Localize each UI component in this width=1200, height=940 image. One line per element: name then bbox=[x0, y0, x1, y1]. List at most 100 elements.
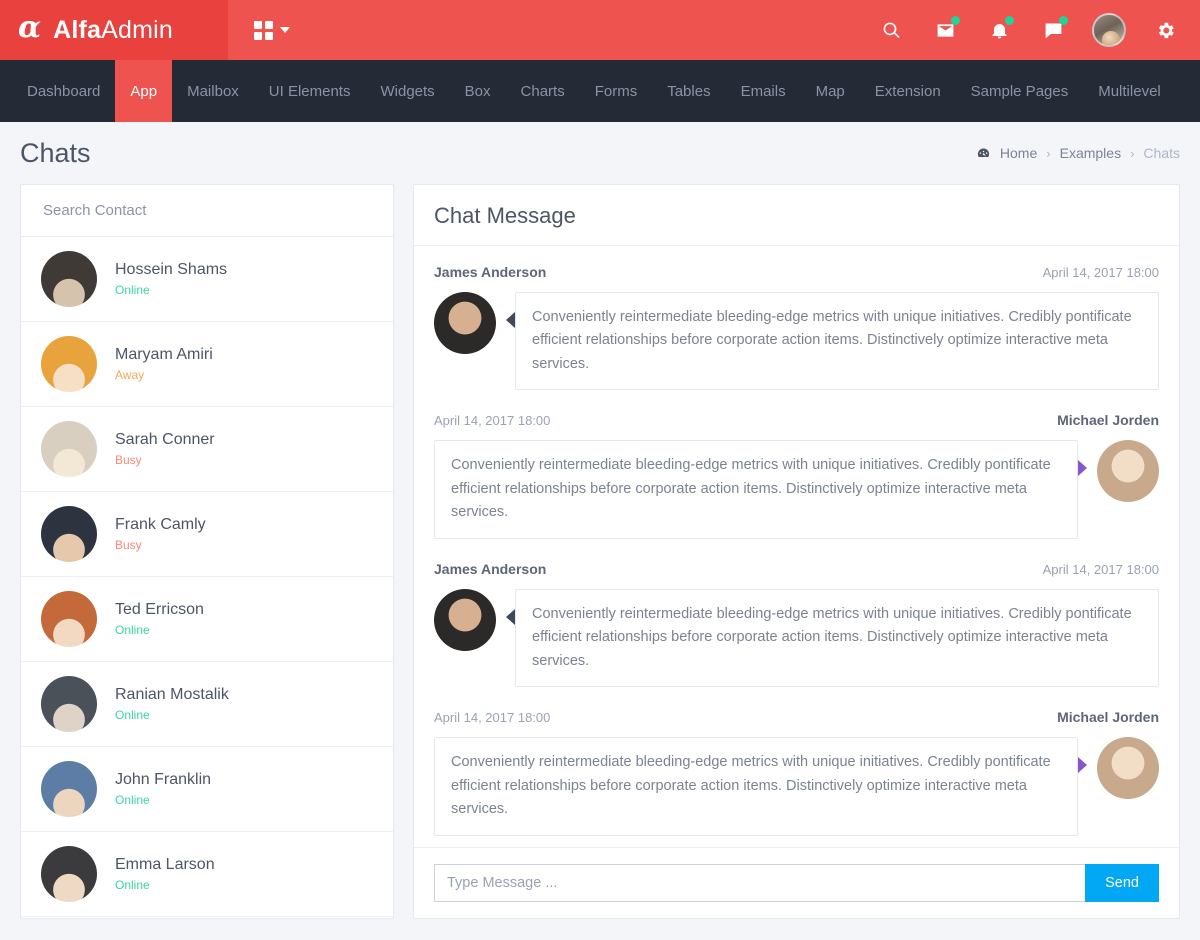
bell-icon[interactable] bbox=[984, 15, 1014, 45]
nav-item-emails[interactable]: Emails bbox=[726, 60, 801, 122]
chat-panel: Chat Message James Anderson April 14, 201… bbox=[413, 184, 1180, 919]
top-header: α AlfaAdmin bbox=[0, 0, 1200, 60]
message-bubble: Conveniently reintermediate bleeding-edg… bbox=[434, 440, 1078, 539]
nav-item-charts[interactable]: Charts bbox=[506, 60, 580, 122]
user-avatar[interactable] bbox=[1092, 13, 1126, 47]
dashboard-icon bbox=[976, 146, 991, 161]
nav-item-widgets[interactable]: Widgets bbox=[365, 60, 449, 122]
chat-message: April 14, 2017 18:00 Michael Jorden Conven… bbox=[434, 709, 1159, 836]
contact-name: Ranian Mostalik bbox=[115, 686, 229, 703]
contact-list-item[interactable]: John Franklin Online bbox=[21, 747, 393, 832]
contact-avatar bbox=[41, 251, 97, 307]
nav-item-box[interactable]: Box bbox=[450, 60, 506, 122]
mail-badge-dot bbox=[951, 16, 960, 25]
message-timestamp: April 14, 2017 18:00 bbox=[1042, 561, 1159, 577]
search-contact-input[interactable] bbox=[43, 202, 371, 219]
message-avatar bbox=[1097, 737, 1159, 800]
contact-list-panel: Hossein Shams Online Maryam Amiri Away Sarah… bbox=[20, 184, 394, 919]
contact-avatar bbox=[41, 336, 97, 392]
breadcrumb-separator-1: › bbox=[1046, 145, 1051, 161]
search-icon[interactable] bbox=[876, 15, 906, 45]
contact-name: Maryam Amiri bbox=[115, 346, 213, 363]
chat-message-list: James Anderson April 14, 2017 18:00 Conven… bbox=[414, 246, 1179, 847]
contact-avatar bbox=[41, 676, 97, 732]
search-contact-box bbox=[21, 185, 393, 237]
alpha-logo-icon: α bbox=[18, 10, 42, 45]
nav-item-app[interactable]: App bbox=[115, 60, 173, 122]
brand-logo[interactable]: α AlfaAdmin bbox=[0, 0, 228, 60]
nav-item-sample-pages[interactable]: Sample Pages bbox=[956, 60, 1084, 122]
bell-badge-dot bbox=[1005, 16, 1014, 25]
chat-icon[interactable] bbox=[1038, 15, 1068, 45]
contact-name: Emma Larson bbox=[115, 856, 215, 873]
nav-item-map[interactable]: Map bbox=[801, 60, 860, 122]
message-timestamp: April 14, 2017 18:00 bbox=[434, 413, 551, 429]
message-sender: Michael Jorden bbox=[1057, 412, 1159, 429]
message-input[interactable] bbox=[434, 864, 1086, 902]
message-avatar bbox=[434, 292, 496, 354]
chat-panel-title: Chat Message bbox=[434, 203, 576, 228]
grid-apps-icon bbox=[254, 20, 273, 40]
contact-status: Away bbox=[115, 368, 145, 382]
contact-avatar bbox=[41, 761, 97, 817]
page-title: Chats bbox=[20, 137, 91, 168]
page-content: Hossein Shams Online Maryam Amiri Away Sarah… bbox=[0, 184, 1200, 919]
contact-status: Online bbox=[115, 708, 150, 722]
chat-composer: Send bbox=[414, 847, 1179, 918]
contact-name: Frank Camly bbox=[115, 516, 206, 533]
send-button[interactable]: Send bbox=[1085, 864, 1159, 902]
message-timestamp: April 14, 2017 18:00 bbox=[434, 710, 551, 726]
chat-panel-header: Chat Message bbox=[414, 185, 1179, 246]
contact-name: Ted Erricson bbox=[115, 601, 204, 618]
contact-avatar bbox=[41, 421, 97, 477]
chevron-down-icon bbox=[280, 27, 290, 33]
message-bubble: Conveniently reintermediate bleeding-edg… bbox=[515, 292, 1159, 391]
message-timestamp: April 14, 2017 18:00 bbox=[1042, 265, 1159, 280]
nav-item-tables[interactable]: Tables bbox=[652, 60, 725, 122]
breadcrumb-current: Chats bbox=[1143, 145, 1180, 161]
chat-message: James Anderson April 14, 2017 18:00 Conven… bbox=[434, 561, 1159, 688]
contact-list-item[interactable]: Ranian Mostalik Online bbox=[21, 662, 393, 747]
breadcrumb-examples[interactable]: Examples bbox=[1060, 145, 1121, 161]
contact-name: Hossein Shams bbox=[115, 261, 228, 278]
message-bubble: Conveniently reintermediate bleeding-edg… bbox=[515, 588, 1159, 688]
nav-item-extension[interactable]: Extension bbox=[860, 60, 956, 122]
breadcrumb-home[interactable]: Home bbox=[1000, 145, 1037, 161]
nav-item-forms[interactable]: Forms bbox=[580, 60, 653, 122]
message-sender: James Anderson bbox=[434, 264, 547, 280]
contact-status: Online bbox=[115, 283, 150, 297]
contact-avatar bbox=[41, 846, 97, 902]
grid-apps-toggle[interactable] bbox=[254, 20, 290, 40]
contact-avatar bbox=[41, 591, 97, 647]
nav-item-ui-elements[interactable]: UI Elements bbox=[254, 60, 366, 122]
nav-item-dashboard[interactable]: Dashboard bbox=[12, 60, 115, 122]
contact-list-item[interactable]: Hossein Shams Online bbox=[21, 237, 393, 322]
brand-name-bold: Alfa bbox=[53, 15, 102, 44]
message-avatar bbox=[1097, 440, 1159, 503]
contact-status: Online bbox=[115, 878, 150, 892]
contact-status: Busy bbox=[115, 538, 142, 552]
main-navigation: Dashboard App Mailbox UI Elements Widgets Box… bbox=[0, 60, 1200, 122]
mail-icon[interactable] bbox=[930, 15, 960, 45]
contact-status: Busy bbox=[115, 453, 142, 467]
nav-item-mailbox[interactable]: Mailbox bbox=[172, 60, 254, 122]
contact-list-item[interactable]: Ted Erricson Online bbox=[21, 577, 393, 662]
breadcrumb-separator-2: › bbox=[1130, 145, 1135, 161]
message-avatar bbox=[434, 588, 496, 651]
chat-badge-dot bbox=[1059, 16, 1068, 25]
chat-message: James Anderson April 14, 2017 18:00 Conven… bbox=[434, 264, 1159, 391]
contact-list-item[interactable]: Sarah Conner Busy bbox=[21, 407, 393, 492]
nav-item-multilevel[interactable]: Multilevel bbox=[1083, 60, 1176, 122]
chat-message: April 14, 2017 18:00 Michael Jorden Conven… bbox=[434, 412, 1159, 539]
contact-avatar bbox=[41, 506, 97, 562]
header-actions bbox=[876, 13, 1200, 47]
gear-icon[interactable] bbox=[1150, 15, 1180, 45]
contact-list-item[interactable]: Maryam Amiri Away bbox=[21, 322, 393, 407]
breadcrumb: Home › Examples › Chats bbox=[976, 145, 1180, 161]
page-header: Chats Home › Examples › Chats bbox=[0, 122, 1200, 184]
contact-list-item[interactable]: Frank Camly Busy bbox=[21, 492, 393, 577]
contact-list-item[interactable]: Emma Larson Online bbox=[21, 832, 393, 917]
brand-name-light: Admin bbox=[101, 15, 173, 44]
bubble-arrow-left-icon bbox=[506, 312, 515, 328]
message-sender: Michael Jorden bbox=[1057, 709, 1159, 726]
